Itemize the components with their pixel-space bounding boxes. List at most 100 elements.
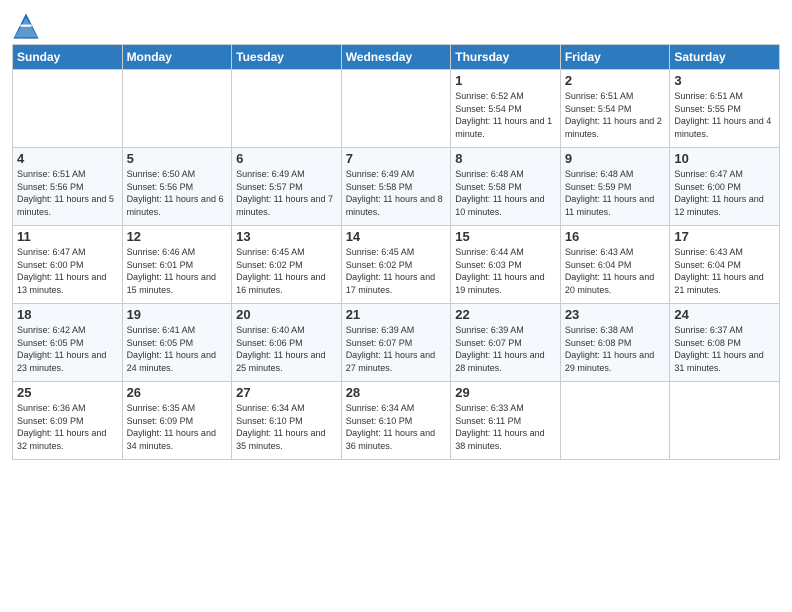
day-number: 14: [346, 229, 447, 244]
day-info: Sunrise: 6:34 AM Sunset: 6:10 PM Dayligh…: [346, 402, 447, 452]
calendar-cell: 18 Sunrise: 6:42 AM Sunset: 6:05 PM Dayli…: [13, 304, 123, 382]
day-number: 28: [346, 385, 447, 400]
calendar-cell: 29 Sunrise: 6:33 AM Sunset: 6:11 PM Dayli…: [451, 382, 561, 460]
calendar-cell: 21 Sunrise: 6:39 AM Sunset: 6:07 PM Dayli…: [341, 304, 451, 382]
calendar-cell: [122, 70, 232, 148]
day-number: 11: [17, 229, 118, 244]
calendar-cell: 13 Sunrise: 6:45 AM Sunset: 6:02 PM Dayli…: [232, 226, 342, 304]
weekday-header-row: SundayMondayTuesdayWednesdayThursdayFrid…: [13, 45, 780, 70]
day-info: Sunrise: 6:46 AM Sunset: 6:01 PM Dayligh…: [127, 246, 228, 296]
day-number: 15: [455, 229, 556, 244]
calendar-cell: 25 Sunrise: 6:36 AM Sunset: 6:09 PM Dayli…: [13, 382, 123, 460]
day-info: Sunrise: 6:36 AM Sunset: 6:09 PM Dayligh…: [17, 402, 118, 452]
day-number: 17: [674, 229, 775, 244]
calendar-cell: 16 Sunrise: 6:43 AM Sunset: 6:04 PM Dayli…: [560, 226, 670, 304]
day-number: 4: [17, 151, 118, 166]
weekday-header-sunday: Sunday: [13, 45, 123, 70]
logo-icon: [12, 12, 40, 40]
calendar-cell: 27 Sunrise: 6:34 AM Sunset: 6:10 PM Dayli…: [232, 382, 342, 460]
day-info: Sunrise: 6:48 AM Sunset: 5:58 PM Dayligh…: [455, 168, 556, 218]
day-info: Sunrise: 6:43 AM Sunset: 6:04 PM Dayligh…: [565, 246, 666, 296]
calendar-cell: 22 Sunrise: 6:39 AM Sunset: 6:07 PM Dayli…: [451, 304, 561, 382]
day-info: Sunrise: 6:35 AM Sunset: 6:09 PM Dayligh…: [127, 402, 228, 452]
day-info: Sunrise: 6:51 AM Sunset: 5:55 PM Dayligh…: [674, 90, 775, 140]
day-info: Sunrise: 6:45 AM Sunset: 6:02 PM Dayligh…: [346, 246, 447, 296]
day-number: 22: [455, 307, 556, 322]
calendar-cell: 20Sunrise: 6:40 AM Sunset: 6:06 PM Dayli…: [232, 304, 342, 382]
weekday-header-tuesday: Tuesday: [232, 45, 342, 70]
calendar-cell: 10 Sunrise: 6:47 AM Sunset: 6:00 PM Dayli…: [670, 148, 780, 226]
calendar-cell: 14 Sunrise: 6:45 AM Sunset: 6:02 PM Dayli…: [341, 226, 451, 304]
day-number: 24: [674, 307, 775, 322]
day-number: 6: [236, 151, 337, 166]
week-row-4: 25 Sunrise: 6:36 AM Sunset: 6:09 PM Dayli…: [13, 382, 780, 460]
day-info: Sunrise: 6:44 AM Sunset: 6:03 PM Dayligh…: [455, 246, 556, 296]
day-number: 21: [346, 307, 447, 322]
calendar-cell: 9 Sunrise: 6:48 AM Sunset: 5:59 PM Daylig…: [560, 148, 670, 226]
day-info: Sunrise: 6:52 AM Sunset: 5:54 PM Dayligh…: [455, 90, 556, 140]
weekday-header-monday: Monday: [122, 45, 232, 70]
weekday-header-friday: Friday: [560, 45, 670, 70]
day-info: Sunrise: 6:38 AM Sunset: 6:08 PM Dayligh…: [565, 324, 666, 374]
day-number: 26: [127, 385, 228, 400]
calendar-cell: 2 Sunrise: 6:51 AM Sunset: 5:54 PM Daylig…: [560, 70, 670, 148]
calendar-cell: 5 Sunrise: 6:50 AM Sunset: 5:56 PM Daylig…: [122, 148, 232, 226]
day-info: Sunrise: 6:39 AM Sunset: 6:07 PM Dayligh…: [346, 324, 447, 374]
day-number: 19: [127, 307, 228, 322]
calendar-table: SundayMondayTuesdayWednesdayThursdayFrid…: [12, 44, 780, 460]
day-number: 5: [127, 151, 228, 166]
day-number: 9: [565, 151, 666, 166]
day-number: 16: [565, 229, 666, 244]
calendar-cell: 19 Sunrise: 6:41 AM Sunset: 6:05 PM Dayli…: [122, 304, 232, 382]
calendar-cell: 8 Sunrise: 6:48 AM Sunset: 5:58 PM Daylig…: [451, 148, 561, 226]
day-number: 8: [455, 151, 556, 166]
day-info: Sunrise: 6:47 AM Sunset: 6:00 PM Dayligh…: [674, 168, 775, 218]
calendar-cell: 1Sunrise: 6:52 AM Sunset: 5:54 PM Daylig…: [451, 70, 561, 148]
calendar-cell: 7Sunrise: 6:49 AM Sunset: 5:58 PM Daylig…: [341, 148, 451, 226]
day-info: Sunrise: 6:34 AM Sunset: 6:10 PM Dayligh…: [236, 402, 337, 452]
day-info: Sunrise: 6:49 AM Sunset: 5:57 PM Dayligh…: [236, 168, 337, 218]
day-info: Sunrise: 6:43 AM Sunset: 6:04 PM Dayligh…: [674, 246, 775, 296]
calendar-cell: 24 Sunrise: 6:37 AM Sunset: 6:08 PM Dayli…: [670, 304, 780, 382]
calendar-cell: [670, 382, 780, 460]
calendar-cell: [560, 382, 670, 460]
calendar-cell: 4 Sunrise: 6:51 AM Sunset: 5:56 PM Daylig…: [13, 148, 123, 226]
day-info: Sunrise: 6:41 AM Sunset: 6:05 PM Dayligh…: [127, 324, 228, 374]
calendar-cell: [13, 70, 123, 148]
day-info: Sunrise: 6:51 AM Sunset: 5:56 PM Dayligh…: [17, 168, 118, 218]
week-row-0: 1Sunrise: 6:52 AM Sunset: 5:54 PM Daylig…: [13, 70, 780, 148]
day-number: 2: [565, 73, 666, 88]
header: [12, 10, 780, 40]
calendar-cell: 26 Sunrise: 6:35 AM Sunset: 6:09 PM Dayli…: [122, 382, 232, 460]
day-info: Sunrise: 6:40 AM Sunset: 6:06 PM Dayligh…: [236, 324, 337, 374]
calendar-cell: 23 Sunrise: 6:38 AM Sunset: 6:08 PM Dayli…: [560, 304, 670, 382]
day-info: Sunrise: 6:51 AM Sunset: 5:54 PM Dayligh…: [565, 90, 666, 140]
day-number: 29: [455, 385, 556, 400]
weekday-header-wednesday: Wednesday: [341, 45, 451, 70]
day-number: 23: [565, 307, 666, 322]
day-info: Sunrise: 6:39 AM Sunset: 6:07 PM Dayligh…: [455, 324, 556, 374]
day-info: Sunrise: 6:37 AM Sunset: 6:08 PM Dayligh…: [674, 324, 775, 374]
day-info: Sunrise: 6:47 AM Sunset: 6:00 PM Dayligh…: [17, 246, 118, 296]
day-number: 13: [236, 229, 337, 244]
calendar-cell: 11 Sunrise: 6:47 AM Sunset: 6:00 PM Dayli…: [13, 226, 123, 304]
day-number: 10: [674, 151, 775, 166]
calendar-cell: 12 Sunrise: 6:46 AM Sunset: 6:01 PM Dayli…: [122, 226, 232, 304]
calendar-cell: 28 Sunrise: 6:34 AM Sunset: 6:10 PM Dayli…: [341, 382, 451, 460]
day-info: Sunrise: 6:50 AM Sunset: 5:56 PM Dayligh…: [127, 168, 228, 218]
calendar-cell: [341, 70, 451, 148]
day-info: Sunrise: 6:42 AM Sunset: 6:05 PM Dayligh…: [17, 324, 118, 374]
day-info: Sunrise: 6:45 AM Sunset: 6:02 PM Dayligh…: [236, 246, 337, 296]
day-number: 12: [127, 229, 228, 244]
day-number: 27: [236, 385, 337, 400]
logo: [12, 14, 42, 40]
calendar-cell: 3Sunrise: 6:51 AM Sunset: 5:55 PM Daylig…: [670, 70, 780, 148]
day-info: Sunrise: 6:48 AM Sunset: 5:59 PM Dayligh…: [565, 168, 666, 218]
day-info: Sunrise: 6:33 AM Sunset: 6:11 PM Dayligh…: [455, 402, 556, 452]
day-number: 18: [17, 307, 118, 322]
week-row-1: 4 Sunrise: 6:51 AM Sunset: 5:56 PM Daylig…: [13, 148, 780, 226]
day-number: 25: [17, 385, 118, 400]
page: SundayMondayTuesdayWednesdayThursdayFrid…: [0, 0, 792, 612]
calendar-cell: 6 Sunrise: 6:49 AM Sunset: 5:57 PM Daylig…: [232, 148, 342, 226]
calendar-cell: 17 Sunrise: 6:43 AM Sunset: 6:04 PM Dayli…: [670, 226, 780, 304]
